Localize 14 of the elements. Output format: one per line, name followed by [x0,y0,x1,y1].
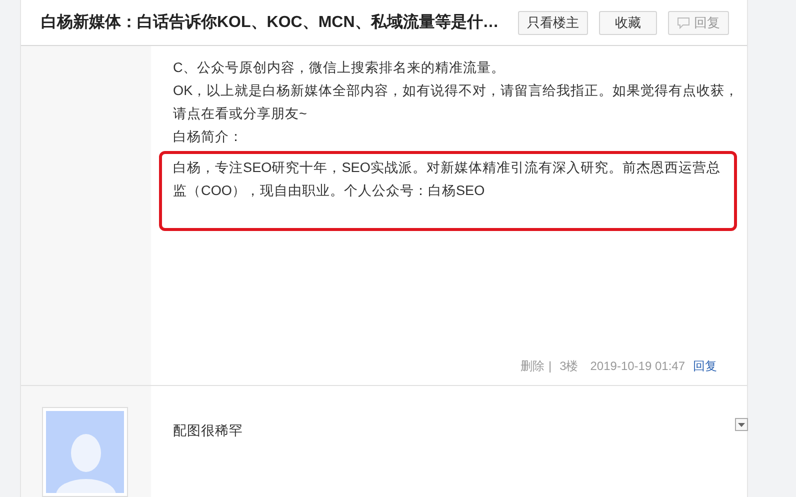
post-paragraph: 白杨简介： [173,128,243,146]
post-paragraph: C、公众号原创内容，微信上搜索排名来的精准流量。 [173,59,505,77]
dropdown-icon[interactable] [735,418,748,431]
floor-number: 3楼 [560,358,578,375]
thread-title: 白杨新媒体：白话告诉你KOL、KOC、MCN、私域流量等是什… [41,12,499,32]
reply-link[interactable]: 回复 [693,357,717,375]
separator: | [548,358,552,375]
post-time: 2019-10-19 01:47 [590,358,685,375]
post-paragraph: OK，以上就是白杨新媒体全部内容，如有说得不对，请留言给我指正。如果觉得有点收获，请点在看或分享朋友~ [173,82,740,123]
header-button[interactable]: 收藏 [599,10,657,34]
post-paragraph: 白杨，专注SEO研究十年，SEO实战派。对新媒体精准引流有深入研究。前杰恩西运营总监（COO），现自由职业。个人公众号：白杨SEO [173,159,722,200]
header-button[interactable]: 只看楼主 [518,10,588,34]
comment-icon [677,16,690,28]
post-paragraph: 配图很稀罕 [173,422,243,440]
